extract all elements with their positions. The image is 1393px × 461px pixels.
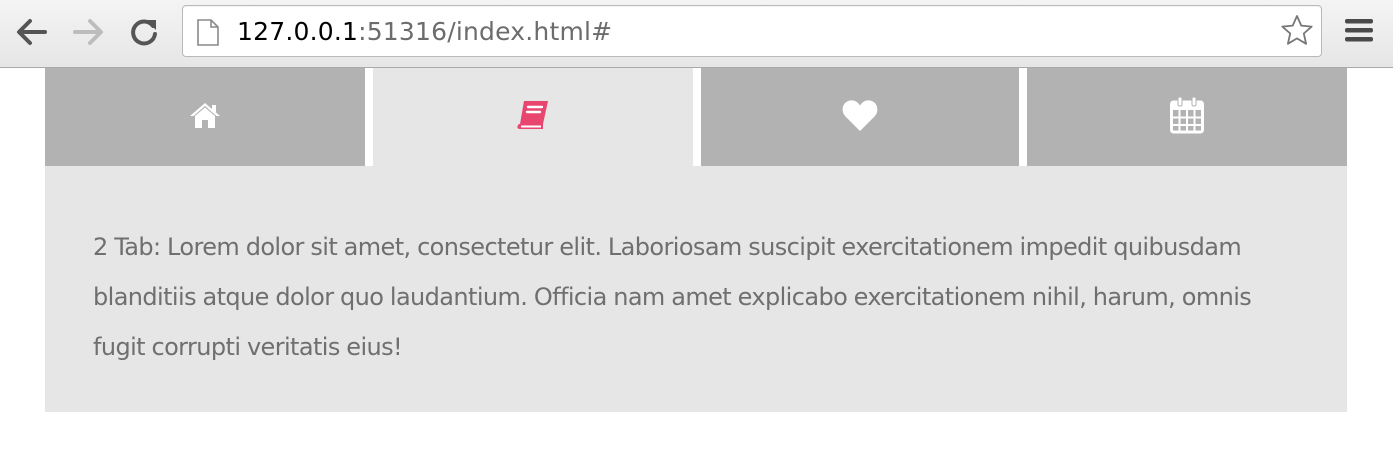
address-bar[interactable]: 127.0.0.1:51316/index.html#: [182, 5, 1322, 57]
url-text: 127.0.0.1:51316/index.html#: [237, 17, 612, 47]
bookmark-button[interactable]: [1279, 14, 1315, 50]
tab-book[interactable]: [373, 68, 693, 166]
menu-icon: [1343, 16, 1375, 48]
tab-bar: [45, 68, 1347, 166]
reload-icon: [129, 17, 159, 47]
back-arrow-icon: [16, 18, 48, 46]
calendar-icon: [1170, 96, 1204, 138]
heart-icon: [841, 98, 879, 136]
browser-toolbar: 127.0.0.1:51316/index.html#: [0, 0, 1393, 68]
tab-content-text: 2 Tab: Lorem dolor sit amet, consectetur…: [93, 233, 1252, 361]
tab-favorites[interactable]: [701, 68, 1019, 166]
home-icon: [188, 101, 222, 133]
back-button[interactable]: [14, 14, 50, 50]
url-host: 127.0.0.1: [237, 17, 359, 46]
tab-home[interactable]: [45, 68, 365, 166]
tab-calendar[interactable]: [1027, 68, 1347, 166]
browser-menu-button[interactable]: [1340, 14, 1378, 50]
reload-button[interactable]: [126, 14, 162, 50]
forward-button[interactable]: [70, 14, 106, 50]
forward-arrow-icon: [72, 18, 104, 46]
tab-content-panel: 2 Tab: Lorem dolor sit amet, consectetur…: [45, 166, 1347, 412]
page-icon: [197, 19, 219, 50]
book-icon: [515, 99, 551, 135]
url-path: :51316/index.html#: [358, 17, 613, 46]
star-icon: [1280, 14, 1314, 50]
